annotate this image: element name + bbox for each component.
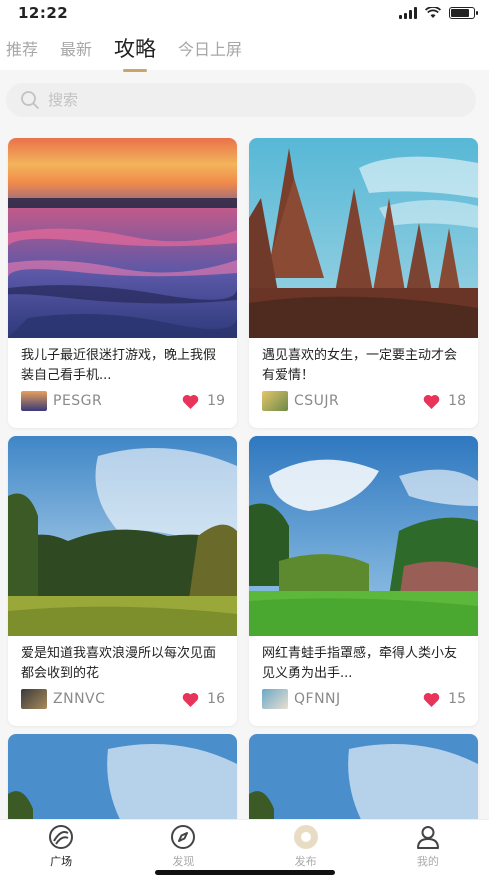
avatar [262, 391, 288, 411]
nav-label: 发布 [294, 855, 317, 868]
like-button[interactable]: 15 [423, 691, 466, 707]
post-card[interactable]: 遇见喜欢的女生，一定要主动才会有爱情！ CSUJR 18 [249, 138, 478, 428]
like-count: 16 [207, 691, 225, 707]
like-button[interactable]: 18 [423, 393, 466, 409]
status-bar: 12:22 [0, 0, 489, 26]
author-name: QFNNJ [294, 691, 341, 707]
wifi-icon [425, 7, 441, 18]
tab-guide[interactable]: 攻略 [114, 33, 156, 63]
post-title: 我儿子最近很迷打游戏，晚上我假装自己看手机... [21, 348, 217, 383]
like-button[interactable]: 19 [182, 393, 225, 409]
post-card[interactable] [249, 734, 478, 819]
post-image-meadow [8, 436, 237, 636]
like-count: 19 [207, 393, 225, 409]
post-image-pine-forest [249, 138, 478, 338]
avatar [21, 391, 47, 411]
status-time: 12:22 [18, 4, 69, 22]
post-card[interactable]: 爱是知道我喜欢浪漫所以每次见面都会收到的花 ZNNVC 16 [8, 436, 237, 726]
post-author[interactable]: PESGR [21, 391, 102, 411]
profile-icon [416, 826, 439, 849]
compass-icon [171, 825, 196, 849]
tab-latest[interactable]: 最新 [60, 36, 92, 60]
post-author[interactable]: CSUJR [262, 391, 339, 411]
post-image-garden-lawn [249, 436, 478, 636]
post-image-sunset-lake [8, 138, 237, 338]
post-author[interactable]: QFNNJ [262, 689, 341, 709]
signal-icon [399, 7, 417, 19]
nav-plaza[interactable]: 广场 [21, 824, 101, 879]
heart-icon [182, 692, 199, 707]
like-button[interactable]: 16 [182, 691, 225, 707]
nav-label: 我的 [416, 855, 439, 868]
post-image-sky [249, 734, 478, 819]
search-icon [21, 91, 39, 109]
like-count: 18 [448, 393, 466, 409]
post-image-sky [8, 734, 237, 819]
author-name: PESGR [53, 393, 103, 409]
author-name: ZNNVC [53, 691, 106, 707]
post-title: 网红青蛙手指罩感，牵得人类小友见义勇为出手... [262, 646, 458, 681]
post-title: 爱是知道我喜欢浪漫所以每次见面都会收到的花 [21, 646, 217, 681]
avatar [21, 689, 47, 709]
post-author[interactable]: ZNNVC [21, 689, 105, 709]
nav-label: 发现 [172, 855, 195, 868]
avatar [262, 689, 288, 709]
heart-icon [182, 394, 199, 409]
nav-profile[interactable]: 我的 [388, 824, 468, 879]
heart-icon [423, 394, 440, 409]
nav-label: 广场 [50, 855, 73, 868]
tab-today-screen[interactable]: 今日上屏 [178, 36, 242, 60]
post-title: 遇见喜欢的女生，一定要主动才会有爱情！ [262, 348, 458, 383]
publish-icon [293, 825, 318, 849]
category-tabs: 推荐 最新 攻略 今日上屏 [0, 26, 489, 70]
heart-icon [423, 692, 440, 707]
tab-recommend[interactable]: 推荐 [6, 36, 38, 60]
search-bar[interactable] [6, 83, 476, 117]
post-card[interactable] [8, 734, 237, 819]
post-grid: 我儿子最近很迷打游戏，晚上我假装自己看手机... PESGR 19 遇见喜欢的女… [0, 133, 489, 819]
plaza-icon [49, 825, 74, 849]
post-card[interactable]: 网红青蛙手指罩感，牵得人类小友见义勇为出手... QFNNJ 15 [249, 436, 478, 726]
home-indicator [155, 870, 335, 875]
search-input[interactable] [48, 91, 428, 109]
author-name: CSUJR [294, 393, 340, 409]
battery-icon [449, 7, 478, 19]
post-card[interactable]: 我儿子最近很迷打游戏，晚上我假装自己看手机... PESGR 19 [8, 138, 237, 428]
status-icons [399, 7, 478, 19]
like-count: 15 [448, 691, 466, 707]
